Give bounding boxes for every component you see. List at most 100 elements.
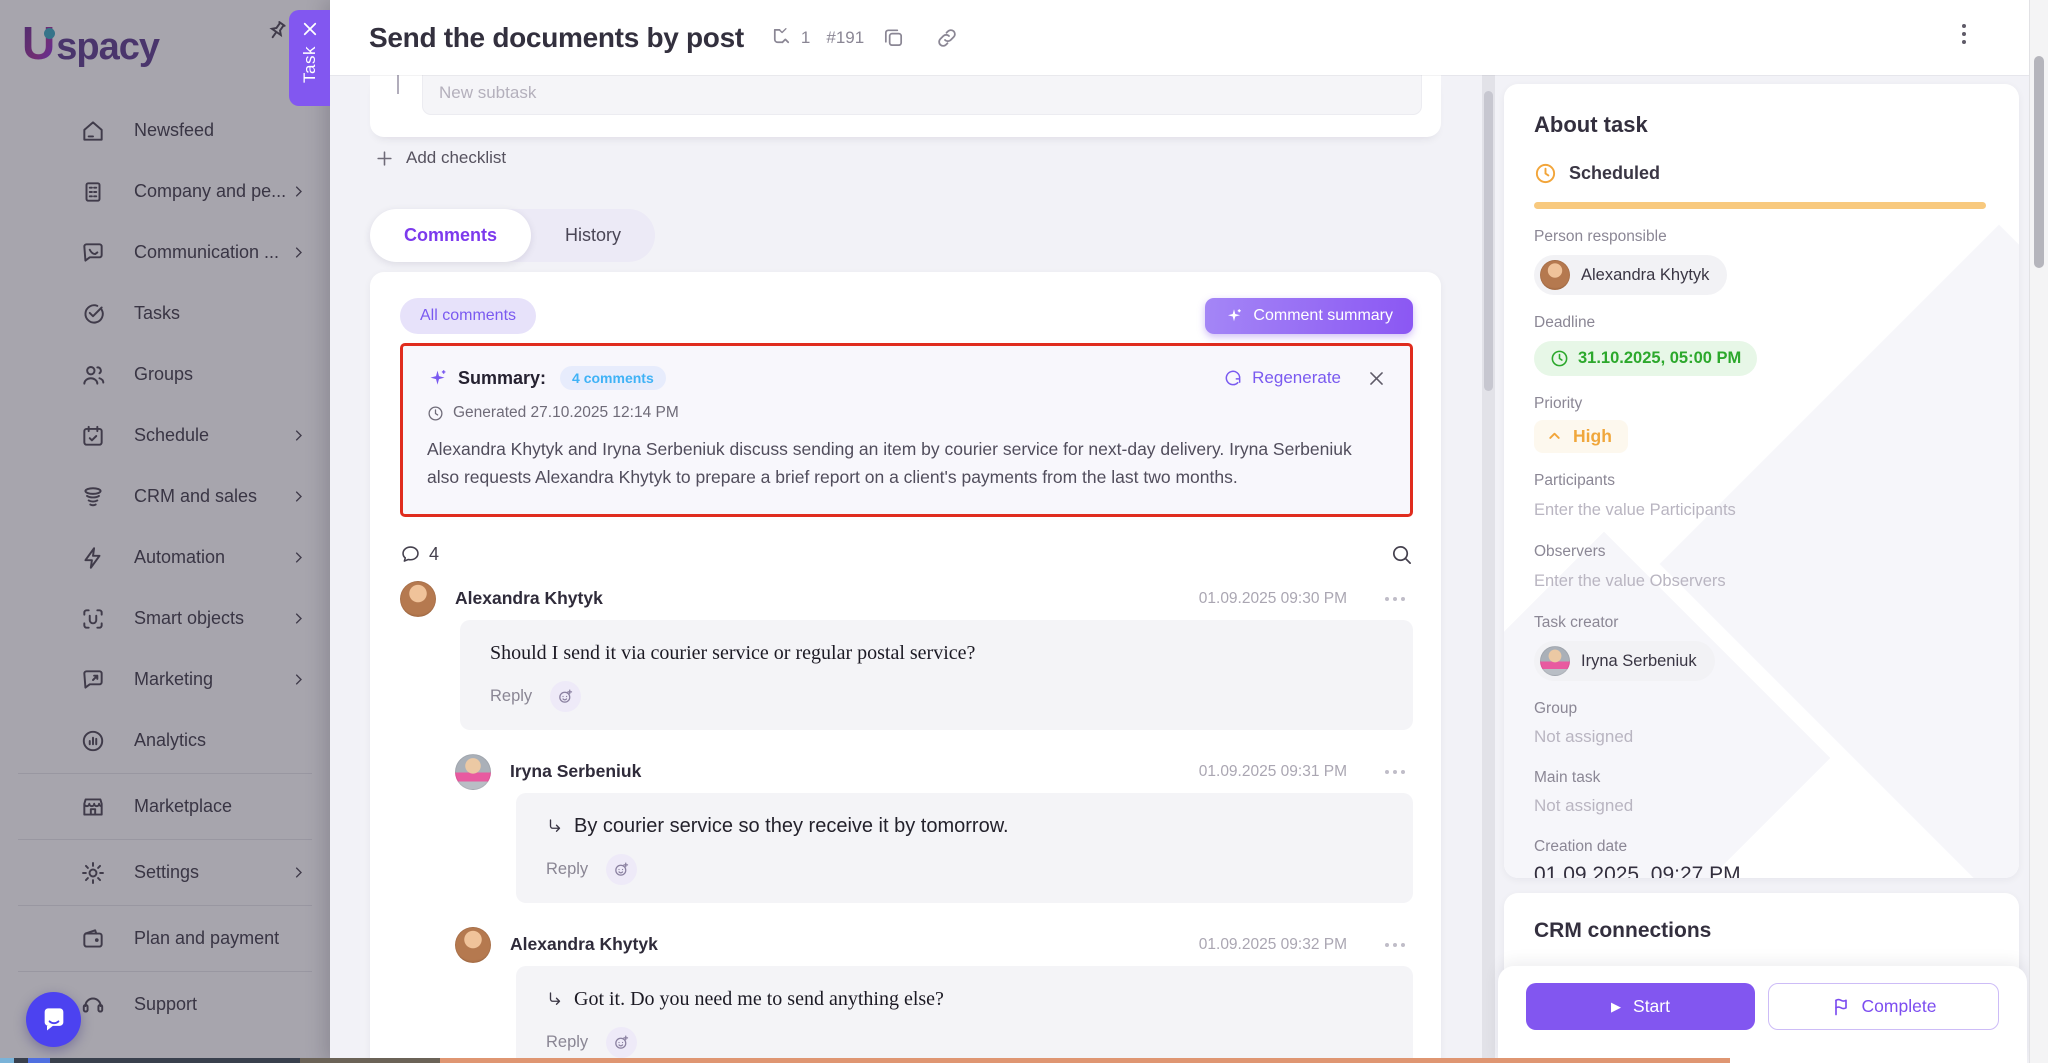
comment-author: Alexandra Khytyk <box>455 588 603 609</box>
avatar <box>1540 646 1570 676</box>
chevron-up-icon <box>1546 428 1563 445</box>
deadline-text: 31.10.2025, 05:00 PM <box>1578 349 1741 368</box>
field-label: Person responsible <box>1534 228 1989 246</box>
complete-label: Complete <box>1862 996 1937 1017</box>
avatar <box>400 581 436 617</box>
comment-text: Should I send it via courier service or … <box>490 642 975 665</box>
tab-history[interactable]: History <box>531 209 655 262</box>
new-subtask-input[interactable] <box>422 75 1422 115</box>
field-label: Task creator <box>1534 614 1989 632</box>
task-creator-name: Iryna Serbeniuk <box>1581 652 1697 671</box>
summary-generated-timestamp: Generated 27.10.2025 12:14 PM <box>453 404 679 422</box>
all-comments-filter[interactable]: All comments <box>400 298 536 334</box>
comment-menu-kebab-icon[interactable] <box>1385 943 1405 947</box>
tab-label: Comments <box>404 225 497 246</box>
summary-title: Summary: <box>458 368 546 389</box>
window-scrollbar-thumb[interactable] <box>2034 56 2044 268</box>
add-reaction-button[interactable] <box>550 681 581 712</box>
comment-bubble: Should I send it via courier service or … <box>460 620 1413 730</box>
field-label: Participants <box>1534 472 1989 490</box>
app-window: U spacy Newsfeed Company and pe... Commu… <box>0 0 2048 1063</box>
sparkle-icon <box>427 368 448 389</box>
comment-summary-label: Comment summary <box>1253 307 1393 325</box>
regenerate-button[interactable]: Regenerate <box>1223 368 1341 388</box>
clock-icon <box>1550 349 1569 368</box>
add-checklist-label: Add checklist <box>406 148 506 168</box>
subtasks-icon[interactable] <box>770 26 793 49</box>
comments-history-tabs: Comments History <box>370 209 655 262</box>
comment-item: Iryna Serbeniuk 01.09.2025 09:31 PM By c… <box>400 754 1413 903</box>
copy-link-icon[interactable] <box>935 26 959 50</box>
observers-input[interactable]: Enter the value Observers <box>1534 572 1989 591</box>
comment-summary-button[interactable]: Comment summary <box>1205 298 1413 334</box>
chat-bubble-icon <box>40 1006 68 1034</box>
panel-scrollbar-thumb[interactable] <box>1484 91 1493 391</box>
reply-button[interactable]: Reply <box>546 1033 588 1052</box>
tab-comments[interactable]: Comments <box>370 209 531 262</box>
avatar <box>455 927 491 963</box>
comment-text: By courier service so they receive it by… <box>574 815 1009 838</box>
comment-menu-kebab-icon[interactable] <box>1385 770 1405 774</box>
reply-button[interactable]: Reply <box>546 860 588 879</box>
clock-icon <box>427 405 444 422</box>
start-button[interactable]: ▶ Start <box>1526 983 1755 1030</box>
comment-count: 4 <box>429 544 439 565</box>
tab-label: History <box>565 225 621 246</box>
task-header: Send the documents by post 1 #191 <box>330 0 2048 75</box>
close-icon[interactable] <box>301 20 319 38</box>
person-responsible-chip[interactable]: Alexandra Khytyk <box>1534 255 1727 295</box>
window-scrollbar[interactable] <box>2029 0 2048 1063</box>
comment-timestamp: 01.09.2025 09:32 PM <box>1199 936 1347 954</box>
comment-author: Alexandra Khytyk <box>510 934 658 955</box>
copy-icon[interactable] <box>882 26 905 49</box>
panel-scrollbar[interactable] <box>1482 75 1495 1063</box>
participants-input[interactable]: Enter the value Participants <box>1534 501 1989 520</box>
plus-icon <box>397 75 399 94</box>
complete-button[interactable]: Complete <box>1768 983 1999 1030</box>
summary-count-badge: 4 comments <box>560 366 666 390</box>
about-task-title: About task <box>1534 112 1989 138</box>
task-menu-kebab-icon[interactable] <box>1962 24 1966 44</box>
priority-value[interactable]: High <box>1534 420 1628 453</box>
task-title: Send the documents by post <box>369 22 744 54</box>
field-label: Main task <box>1534 769 1989 787</box>
task-number: #191 <box>826 28 864 48</box>
comment-item: Alexandra Khytyk 01.09.2025 09:32 PM Got… <box>400 927 1413 1063</box>
plus-icon <box>375 149 394 168</box>
field-label: Deadline <box>1534 314 1989 332</box>
about-task-card: About task Scheduled Person responsible … <box>1504 84 2019 878</box>
field-label: Creation date <box>1534 838 1989 856</box>
comment-text: Got it. Do you need me to send anything … <box>574 988 944 1011</box>
comment-author: Iryna Serbeniuk <box>510 761 641 782</box>
field-label: Priority <box>1534 395 1989 413</box>
comment-menu-kebab-icon[interactable] <box>1385 597 1405 601</box>
comments-card: All comments Comment summary Summary: 4 … <box>370 272 1441 1063</box>
avatar <box>1540 260 1570 290</box>
status-label: Scheduled <box>1569 163 1660 184</box>
task-creator-chip[interactable]: Iryna Serbeniuk <box>1534 641 1715 681</box>
comment-count-row: 4 <box>400 543 1413 566</box>
search-comments-icon[interactable] <box>1390 543 1413 566</box>
add-reaction-button[interactable] <box>606 1027 637 1058</box>
support-chat-button[interactable] <box>26 992 81 1047</box>
modal-dim-overlay[interactable] <box>0 0 330 1063</box>
regenerate-label: Regenerate <box>1252 368 1341 388</box>
person-responsible-name: Alexandra Khytyk <box>1581 266 1709 285</box>
add-checklist-button[interactable]: Add checklist <box>375 148 506 168</box>
bottom-edge-artifact <box>0 1058 2048 1063</box>
regenerate-icon <box>1223 368 1243 388</box>
deadline-value[interactable]: 31.10.2025, 05:00 PM <box>1534 341 1757 376</box>
clock-status-icon <box>1534 162 1557 185</box>
main-task-value: Not assigned <box>1534 796 1989 816</box>
task-panel-tab[interactable]: Task <box>289 10 330 106</box>
sparkle-icon <box>1225 307 1243 325</box>
status-row[interactable]: Scheduled <box>1534 162 1989 185</box>
add-reaction-button[interactable] <box>606 854 637 885</box>
summary-text: Alexandra Khytyk and Iryna Serbeniuk dis… <box>427 435 1386 492</box>
reply-button[interactable]: Reply <box>490 687 532 706</box>
flag-icon <box>1831 997 1851 1017</box>
summary-close-icon[interactable] <box>1367 369 1386 388</box>
crm-connections-title: CRM connections <box>1534 919 1989 943</box>
subtask-count: 1 <box>801 28 810 48</box>
group-value: Not assigned <box>1534 727 1989 747</box>
